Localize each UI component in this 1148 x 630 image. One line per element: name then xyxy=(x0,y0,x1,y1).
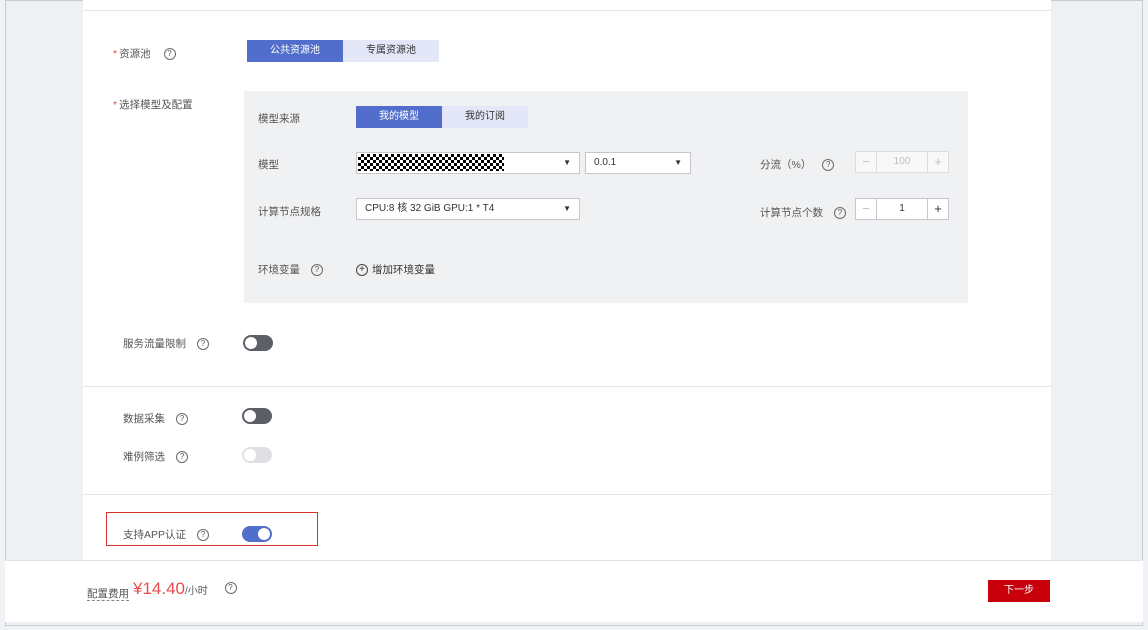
section-divider-2 xyxy=(83,494,1051,495)
traffic-split-label: 分流（%） ? xyxy=(760,157,835,172)
model-config-panel xyxy=(244,91,968,303)
toggle-knob xyxy=(244,449,256,461)
dedicated-pool-button[interactable]: 专属资源池 xyxy=(343,40,439,62)
node-count-value[interactable]: 1 xyxy=(876,199,928,219)
help-icon[interactable]: ? xyxy=(175,451,188,464)
model-source-label: 模型来源 xyxy=(258,113,300,125)
traffic-value: 100 xyxy=(876,152,928,172)
footer-bar: 配置费用 ¥14.40/小时 ? 下一步 xyxy=(5,560,1143,622)
public-pool-button[interactable]: 公共资源池 xyxy=(247,40,343,62)
compute-spec-select[interactable]: CPU:8 核 32 GiB GPU:1 * T4 ▼ xyxy=(356,198,580,220)
resource-pool-switch: 公共资源池 专属资源池 xyxy=(247,40,439,62)
chevron-down-icon: ▼ xyxy=(563,158,571,167)
traffic-limit-toggle[interactable] xyxy=(243,335,273,351)
version-select[interactable]: 0.0.1 ▼ xyxy=(585,152,691,174)
env-vars-label: 环境变量 ? xyxy=(258,262,323,277)
plus-button: + xyxy=(934,154,942,169)
chevron-down-icon: ▼ xyxy=(674,158,682,167)
help-icon[interactable]: ? xyxy=(175,413,188,426)
compute-spec-label: 计算节点规格 xyxy=(258,206,321,218)
toggle-knob xyxy=(258,528,270,540)
help-icon[interactable]: ? xyxy=(833,207,846,220)
node-count-stepper: − 1 + xyxy=(855,198,949,220)
help-icon[interactable]: ? xyxy=(310,264,323,277)
minus-button: − xyxy=(862,154,870,169)
add-env-var-button[interactable]: + 增加环境变量 xyxy=(356,262,435,277)
minus-button[interactable]: − xyxy=(856,199,876,219)
data-collection-toggle[interactable] xyxy=(242,408,272,424)
top-divider xyxy=(83,10,1051,11)
toggle-knob xyxy=(245,337,257,349)
node-count-label: 计算节点个数 ? xyxy=(760,205,846,220)
help-icon[interactable]: ? xyxy=(196,338,209,351)
traffic-stepper: − 100 + xyxy=(855,151,949,173)
section-divider-1 xyxy=(83,386,1051,387)
cost-value: ¥14.40/小时 ? xyxy=(133,579,237,599)
model-config-label: * 选择模型及配置 xyxy=(113,99,193,111)
traffic-limit-label: 服务流量限制 ? xyxy=(123,336,209,351)
next-button[interactable]: 下一步 xyxy=(988,580,1050,602)
cost-label[interactable]: 配置费用 xyxy=(87,588,129,601)
model-source-switch: 我的模型 我的订阅 xyxy=(356,106,528,128)
redacted-model-name xyxy=(358,154,504,171)
cost-unit: /小时 xyxy=(185,586,208,597)
plus-button[interactable]: + xyxy=(928,199,948,219)
my-subscriptions-button[interactable]: 我的订阅 xyxy=(442,106,528,128)
resource-pool-label: * 资源池 ? xyxy=(113,46,176,61)
help-icon[interactable]: ? xyxy=(163,48,176,61)
plus-circle-icon: + xyxy=(356,264,368,277)
chevron-down-icon: ▼ xyxy=(563,204,571,213)
app-auth-toggle[interactable] xyxy=(242,526,272,542)
data-collection-label: 数据采集 ? xyxy=(123,411,188,426)
hard-example-label: 难例筛选 ? xyxy=(123,449,188,464)
help-icon[interactable]: ? xyxy=(196,529,209,542)
my-models-button[interactable]: 我的模型 xyxy=(356,106,442,128)
toggle-knob xyxy=(244,410,256,422)
app-auth-label: 支持APP认证 ? xyxy=(123,527,209,542)
help-icon[interactable]: ? xyxy=(822,159,835,172)
help-icon[interactable]: ? xyxy=(224,581,237,594)
model-label: 模型 xyxy=(258,159,279,171)
hard-example-toggle xyxy=(242,447,272,463)
